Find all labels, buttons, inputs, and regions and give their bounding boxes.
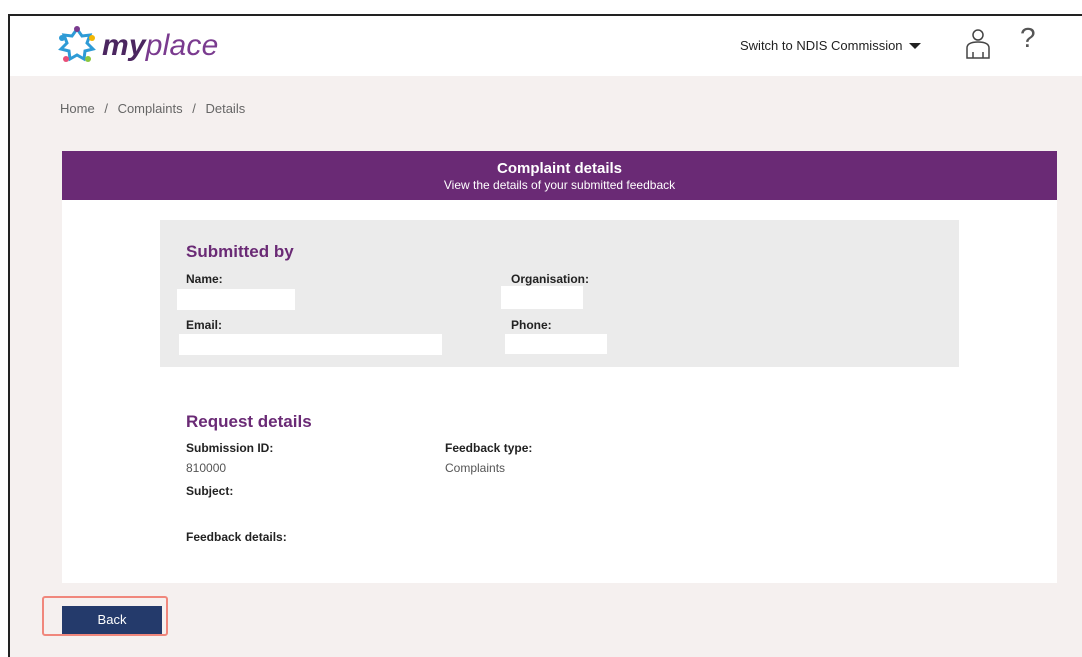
submitted-by-title: Submitted by (186, 242, 294, 261)
feedback-type-label: Feedback type: (445, 441, 533, 455)
breadcrumb-home[interactable]: Home (60, 101, 95, 116)
help-icon[interactable]: ? (1020, 22, 1036, 54)
organisation-value-redacted (501, 286, 583, 309)
logo-text: myplace (102, 29, 218, 63)
organisation-label: Organisation: (511, 272, 590, 286)
breadcrumb-separator: / (192, 101, 196, 116)
card-subtitle: View the details of your submitted feedb… (443, 178, 676, 192)
request-details-title: Request details (186, 412, 312, 431)
subject-label: Subject: (186, 484, 234, 498)
card-title: Complaint details (496, 160, 623, 177)
user-profile-icon[interactable] (965, 28, 991, 60)
logo-mark-icon (58, 26, 96, 62)
email-value-redacted (179, 334, 442, 355)
complaint-details-card: Complaint details View the details of yo… (62, 151, 1057, 583)
logo-text-rest: place (145, 29, 219, 62)
breadcrumb-complaints[interactable]: Complaints (118, 101, 183, 116)
breadcrumb-details: Details (205, 101, 246, 116)
switch-label: Switch to NDIS Commission (740, 38, 903, 53)
card-header: Complaint details View the details of yo… (62, 151, 1057, 200)
submitted-by-panel: Submitted by Name: Organisation: Email: … (160, 220, 959, 367)
breadcrumb: Home / Complaints / Details (60, 101, 245, 116)
back-button[interactable]: Back (62, 606, 162, 634)
switch-organisation-dropdown[interactable]: Switch to NDIS Commission (740, 38, 921, 53)
submission-id-value: 810000 (186, 461, 227, 475)
phone-value-redacted (505, 334, 607, 354)
app-frame: myplace Switch to NDIS Commission ? Home… (8, 14, 1082, 657)
myplace-logo[interactable]: myplace (56, 24, 218, 68)
name-label: Name: (186, 272, 223, 286)
phone-label: Phone: (511, 318, 552, 332)
submission-id-label: Submission ID: (186, 441, 274, 455)
breadcrumb-separator: / (104, 101, 108, 116)
feedback-details-label: Feedback details: (186, 530, 287, 544)
feedback-type-value: Complaints (445, 461, 506, 475)
name-value-redacted (177, 289, 295, 310)
email-label: Email: (186, 318, 223, 332)
caret-down-icon (908, 42, 921, 49)
top-header: myplace Switch to NDIS Commission ? (10, 16, 1082, 76)
logo-text-bold: my (102, 29, 146, 62)
